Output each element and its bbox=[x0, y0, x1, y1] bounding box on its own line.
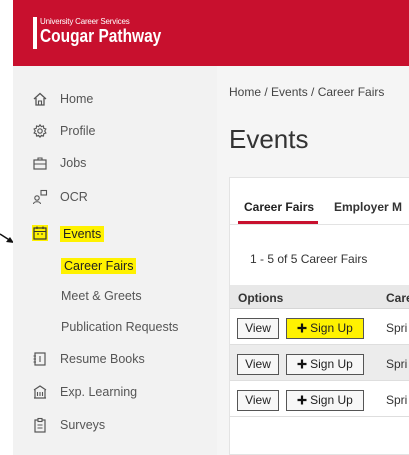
sidebar-subitem-label: Meet & Greets bbox=[61, 289, 142, 303]
pointer-arrow-icon bbox=[0, 233, 14, 243]
calendar-icon bbox=[32, 225, 48, 241]
sign-up-button[interactable]: Sign Up bbox=[286, 354, 364, 375]
logo-subtitle: University Career Services bbox=[40, 17, 130, 26]
tab-career-fairs[interactable]: Career Fairs bbox=[244, 200, 314, 214]
view-button[interactable]: View bbox=[237, 318, 279, 339]
career-fair-name[interactable]: Spri bbox=[386, 393, 407, 407]
plus-icon bbox=[297, 395, 307, 405]
sidebar-item-label: Exp. Learning bbox=[60, 385, 138, 399]
sign-up-button[interactable]: Sign Up bbox=[286, 390, 364, 411]
sidebar-subitem-career-fairs[interactable]: Career Fairs bbox=[61, 258, 137, 274]
sign-up-label: Sign Up bbox=[310, 321, 353, 335]
breadcrumb: Home / Events / Career Fairs bbox=[229, 85, 385, 99]
sign-up-label: Sign Up bbox=[310, 393, 353, 407]
sidebar-item-label: Profile bbox=[60, 124, 96, 138]
column-header-options: Options bbox=[238, 291, 284, 305]
main-content: Home / Events / Career Fairs Events Care… bbox=[217, 66, 409, 455]
sidebar-item-label: Events bbox=[60, 226, 105, 242]
column-header-career-fair[interactable]: Care bbox=[386, 291, 409, 305]
cougar-pathway-logo[interactable]: University Career Services Cougar Pathwa… bbox=[33, 14, 161, 50]
sidebar-subitem-publication-requests[interactable]: Publication Requests bbox=[61, 320, 178, 334]
sidebar-subitem-meet-greets[interactable]: Meet & Greets bbox=[61, 289, 142, 303]
sidebar-item-label: Surveys bbox=[60, 418, 106, 432]
results-count: 1 - 5 of 5 Career Fairs bbox=[250, 252, 368, 266]
table-row: View Sign Up Spri bbox=[230, 381, 409, 417]
tab-divider bbox=[230, 224, 409, 225]
sidebar-item-label: OCR bbox=[60, 190, 88, 204]
events-card: Career Fairs Employer M 1 - 5 of 5 Caree… bbox=[229, 177, 409, 455]
plus-icon bbox=[297, 323, 307, 333]
table-row: View Sign Up Spri bbox=[230, 345, 409, 381]
view-button[interactable]: View bbox=[237, 390, 279, 411]
page-title: Events bbox=[229, 124, 309, 154]
table-row: View Sign Up Spri bbox=[230, 309, 409, 345]
home-icon bbox=[32, 91, 48, 107]
sidebar-item-label: Home bbox=[60, 92, 94, 106]
career-fair-name[interactable]: Spri bbox=[386, 357, 407, 371]
sign-up-button[interactable]: Sign Up bbox=[286, 318, 364, 339]
briefcase-icon bbox=[32, 155, 48, 171]
plus-icon bbox=[297, 359, 307, 369]
sidebar-subitem-label: Publication Requests bbox=[61, 320, 179, 334]
tab-employer-meet-greets[interactable]: Employer M bbox=[334, 200, 402, 214]
logo-bar bbox=[33, 17, 37, 49]
table-header: Options Care bbox=[230, 285, 409, 309]
sidebar-item-label: Jobs bbox=[60, 156, 87, 170]
building-icon bbox=[32, 384, 48, 400]
logo-title: Cougar Pathway bbox=[40, 26, 162, 46]
sidebar-nav: Home Profile Jobs OCR Events Career Fair… bbox=[13, 66, 217, 455]
clipboard-icon bbox=[32, 417, 48, 433]
book-icon bbox=[32, 351, 48, 367]
people-icon bbox=[32, 189, 48, 205]
gear-icon bbox=[32, 123, 48, 139]
sign-up-label: Sign Up bbox=[310, 357, 353, 371]
sidebar-item-label: Resume Books bbox=[60, 352, 145, 366]
view-button[interactable]: View bbox=[237, 354, 279, 375]
sidebar-subitem-label: Career Fairs bbox=[61, 258, 137, 274]
career-fair-name[interactable]: Spri bbox=[386, 321, 407, 335]
app-header: University Career Services Cougar Pathwa… bbox=[13, 0, 409, 66]
